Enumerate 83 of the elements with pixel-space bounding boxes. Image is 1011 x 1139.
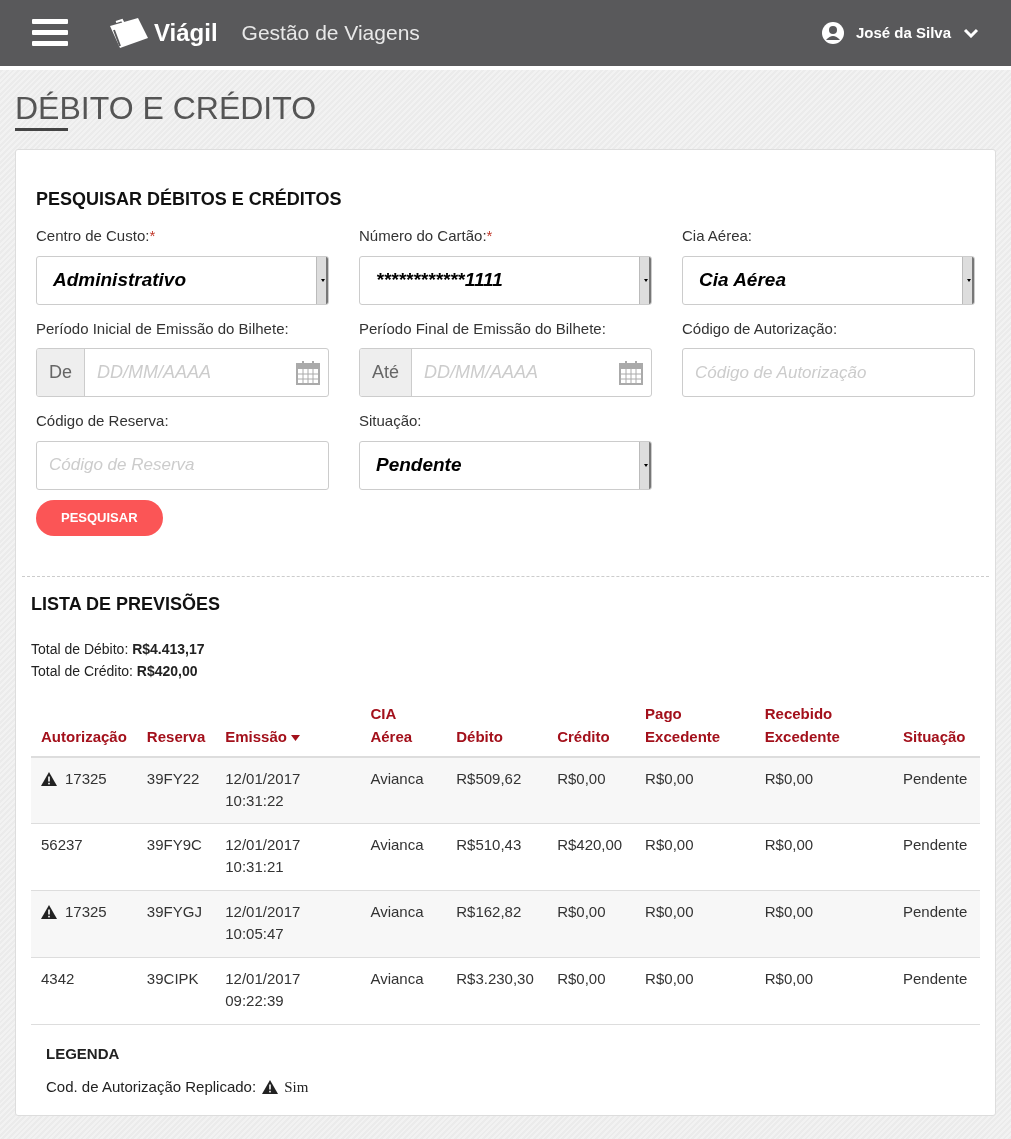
column-header[interactable]: Crédito xyxy=(547,701,636,757)
caret-icon xyxy=(966,278,971,282)
table-cell: R$0,00 xyxy=(764,970,814,987)
table-cell: Avianca xyxy=(370,836,424,853)
table-cell: Pendente xyxy=(903,769,968,787)
user-name[interactable]: José da Silva xyxy=(855,21,951,45)
table-cell: R$0,00 xyxy=(764,769,814,787)
table-cell: R$0,00 xyxy=(645,836,694,853)
table-cell-text: 17325 xyxy=(65,902,107,922)
app-subtitle: Gestão de Viagens xyxy=(241,20,420,47)
table-cell: R$0,00 xyxy=(764,836,814,853)
select-field[interactable]: Cia Aérea xyxy=(682,255,975,305)
brand-name: Viágil xyxy=(154,18,218,48)
caret-icon xyxy=(643,463,648,467)
warning-icon xyxy=(41,905,57,919)
table-cell: R$420,00 xyxy=(557,836,623,853)
table-cell-text: 12/01/2017 10:31:22 xyxy=(225,768,302,811)
field-label: Número do Cartão:* xyxy=(359,226,494,246)
select-field[interactable]: ************1111 xyxy=(359,255,652,305)
warning-icon xyxy=(41,771,57,786)
field-label: Período Inicial de Emissão do Bilhete: xyxy=(36,318,290,339)
sort-caret-icon xyxy=(290,734,300,741)
field-label: Código de Reserva: xyxy=(36,411,170,431)
table-cell-text: 12/01/2017 09:22:39 xyxy=(225,969,302,1011)
column-header[interactable]: Recebido Excedente xyxy=(754,701,893,757)
section-title: PESQUISAR DÉBITOS E CRÉDITOS xyxy=(36,187,343,211)
table-cell: R$3.230,30 xyxy=(456,970,534,987)
select-field[interactable]: Administrativo xyxy=(36,255,329,305)
table-cell: R$510,43 xyxy=(456,836,522,853)
column-header[interactable]: Reserva xyxy=(136,701,216,757)
table-cell: R$0,00 xyxy=(764,903,814,920)
legend-title: LEGENDA xyxy=(46,1044,121,1064)
field-label: Código de Autorização: xyxy=(682,318,839,339)
table-cell: R$0,00 xyxy=(557,903,606,920)
table-cell: 39FYGJ xyxy=(146,903,202,920)
column-header[interactable]: CIA Aérea xyxy=(360,701,447,757)
field-label: Período Final de Emissão do Bilhete: xyxy=(359,318,607,339)
warning-icon xyxy=(262,1079,279,1094)
table-cell: 39FY22 xyxy=(146,769,200,787)
legend-label: Cod. de Autorização Replicado: xyxy=(46,1076,257,1097)
table-cell: 39FY9C xyxy=(146,836,202,853)
table-cell: Avianca xyxy=(370,769,424,787)
field-label: Centro de Custo:* xyxy=(36,226,157,246)
caret-icon xyxy=(643,278,648,282)
column-header[interactable]: Pago Excedente xyxy=(635,701,755,757)
table-cell: R$0,00 xyxy=(645,769,694,787)
user-icon xyxy=(821,22,844,44)
total-line: Total de Crédito: R$420,00 xyxy=(31,661,199,681)
table-cell: Avianca xyxy=(370,903,424,920)
table-cell: Avianca xyxy=(370,970,424,987)
table-cell: R$0,00 xyxy=(557,970,606,987)
table-cell-text: 4342 xyxy=(41,969,75,989)
table-cell: Pendente xyxy=(903,836,968,853)
page-title: DÉBITO E CRÉDITO xyxy=(15,89,317,128)
table-cell: R$509,62 xyxy=(456,769,522,787)
menu-icon[interactable] xyxy=(32,19,68,47)
table-cell: R$0,00 xyxy=(645,903,694,920)
table-cell-text: 12/01/2017 10:31:21 xyxy=(225,835,302,877)
table-cell-text: 17325 xyxy=(65,768,107,789)
chevron-down-icon[interactable] xyxy=(963,28,979,38)
field-label: Situação: xyxy=(359,411,423,431)
caret-icon xyxy=(320,278,325,282)
total-line: Total de Débito: R$4.413,17 xyxy=(31,639,206,659)
table-cell: R$0,00 xyxy=(557,769,606,787)
table-cell-text: 56237 xyxy=(41,835,83,855)
legend-value: Sim xyxy=(284,1077,309,1097)
table-cell: 39CIPK xyxy=(146,970,199,987)
column-header[interactable]: Emissão xyxy=(215,701,361,757)
calendar-icon xyxy=(619,360,643,385)
column-header[interactable]: Autorização xyxy=(31,701,137,757)
field-label: Cia Aérea: xyxy=(682,226,754,246)
date-addon: Até xyxy=(360,349,413,396)
date-addon: De xyxy=(37,349,85,396)
section-title: LISTA DE PREVISÕES xyxy=(31,592,222,616)
table-cell: Pendente xyxy=(903,970,968,987)
column-header[interactable]: Situação xyxy=(893,701,980,757)
select-field[interactable]: Pendente xyxy=(359,440,652,490)
table-cell-text: 12/01/2017 10:05:47 xyxy=(225,902,302,944)
table-cell: Pendente xyxy=(903,903,968,920)
calendar-icon xyxy=(296,360,320,385)
table-cell: R$162,82 xyxy=(456,903,522,920)
table-cell: R$0,00 xyxy=(645,970,694,987)
column-header[interactable]: Débito xyxy=(446,701,548,757)
